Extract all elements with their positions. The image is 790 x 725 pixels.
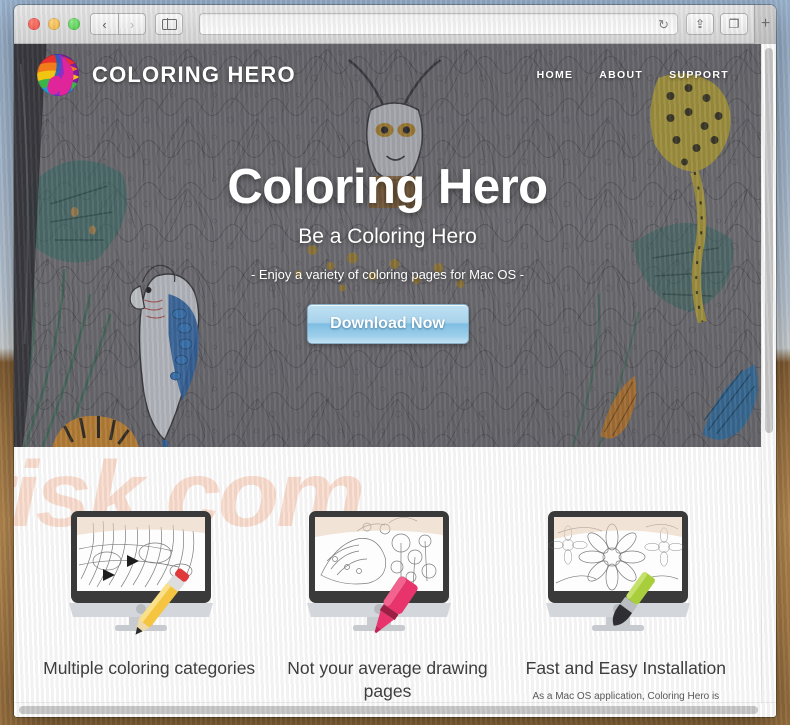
plus-icon: + [760,15,771,32]
feature-card: Fast and Easy Installation As a Mac OS a… [507,509,745,702]
brand-name: COLORING HERO [92,62,296,87]
tabs-icon: ❐ [728,17,740,31]
sidebar-icon [161,18,177,30]
download-now-button[interactable]: Download Now [306,304,469,345]
main-navigation: HOME ABOUT SUPPORT [537,69,739,81]
hero-section: COLORING HERO HOME ABOUT SUPPORT Colorin… [14,44,761,447]
show-tabs-button[interactable]: ❐ [720,13,748,35]
web-page: COLORING HERO HOME ABOUT SUPPORT Colorin… [14,44,761,702]
address-bar[interactable]: ↻ [199,13,678,35]
vertical-scrollbar-thumb[interactable] [765,48,773,433]
browser-toolbar: ‹ › ↻ ⇪ ❐ + [14,5,776,44]
feature-card: Multiple coloring categories [30,509,268,702]
features-section: risk.com [14,447,761,702]
share-button[interactable]: ⇪ [686,13,714,35]
vertical-scrollbar[interactable] [761,44,776,702]
toolbar-right-actions: ⇪ ❐ [686,13,748,35]
back-icon: ‹ [102,16,107,32]
share-icon: ⇪ [694,17,706,31]
site-header: COLORING HERO HOME ABOUT SUPPORT [14,44,761,106]
feature-title: Not your average drawing pages [287,658,488,701]
nav-home[interactable]: HOME [537,69,574,81]
horizontal-scrollbar[interactable] [14,702,776,717]
new-tab-button[interactable]: + [754,5,776,44]
imac-with-zebra-lineart-and-pencil-icon [63,509,235,635]
back-button[interactable]: ‹ [90,13,118,35]
desktop-background: ‹ › ↻ ⇪ ❐ + COLORING HERO HOME ABOUT SUP… [0,0,790,725]
nav-support[interactable]: SUPPORT [669,69,729,81]
close-button[interactable] [28,18,40,30]
hero-tagline: - Enjoy a variety of coloring pages for … [250,267,525,283]
features-grid: Multiple coloring categories Not your av… [14,457,761,702]
nav-about[interactable]: ABOUT [599,69,643,81]
feature-title: Multiple coloring categories [43,658,256,678]
brand[interactable]: COLORING HERO [36,53,296,97]
navigation-buttons: ‹ › [90,13,146,35]
forward-icon: › [129,16,135,32]
zoom-button[interactable] [68,18,80,30]
window-controls [28,18,80,30]
imac-with-flower-lineart-and-brush-icon [540,509,712,635]
browser-window: ‹ › ↻ ⇪ ❐ + COLORING HERO HOME ABOUT SUP… [14,5,776,717]
page-viewport: COLORING HERO HOME ABOUT SUPPORT Colorin… [14,44,776,717]
forward-button[interactable]: › [118,13,146,35]
rainbow-swirl-logo-icon [36,53,80,97]
reload-icon[interactable]: ↻ [658,18,669,31]
hero-subtitle: Be a Coloring Hero [298,225,477,249]
horizontal-scrollbar-thumb[interactable] [19,706,758,714]
sidebar-toggle-button[interactable] [155,13,183,35]
hero-title: Coloring Hero [227,160,548,214]
feature-description: As a Mac OS application, Coloring Hero i… [532,690,720,702]
minimize-button[interactable] [48,18,60,30]
imac-with-floral-lineart-and-marker-icon [301,509,473,635]
feature-card: Not your average drawing pages [268,509,506,702]
feature-title: Fast and Easy Installation [525,658,727,678]
